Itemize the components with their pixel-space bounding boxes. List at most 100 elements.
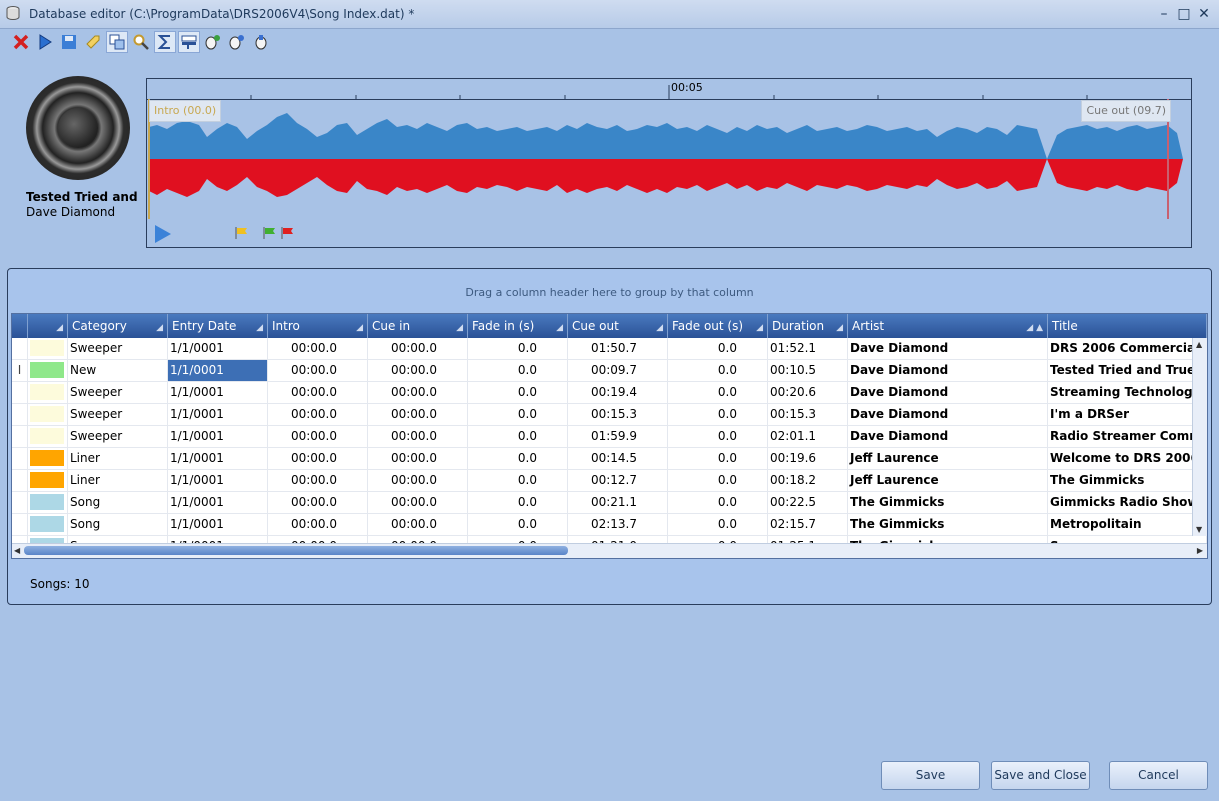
- cell-title[interactable]: The Gimmicks: [1048, 470, 1207, 491]
- cell-cue-out[interactable]: 00:19.4: [568, 382, 668, 403]
- table-row[interactable]: Liner 1/1/0001 00:00.0 00:00.0 0.0 00:12.7 0.0…: [12, 470, 1207, 492]
- cell-cue-in[interactable]: 00:00.0: [368, 448, 468, 469]
- cancel-button[interactable]: Cancel: [1109, 761, 1208, 790]
- table-row[interactable]: Song 1/1/0001 00:00.0 00:00.0 0.0 00:21.1 0.0 0…: [12, 492, 1207, 514]
- cell-duration[interactable]: 00:22.5: [768, 492, 848, 513]
- cell-cue-out[interactable]: 01:50.7: [568, 338, 668, 359]
- cell-cue-in[interactable]: 00:00.0: [368, 470, 468, 491]
- cell-intro[interactable]: 00:00.0: [268, 404, 368, 425]
- cell-entry-date[interactable]: 1/1/0001: [168, 426, 268, 447]
- select-button[interactable]: [106, 31, 128, 53]
- table-row[interactable]: Sweeper 1/1/0001 00:00.0 00:00.0 0.0 00:15.3 0…: [12, 404, 1207, 426]
- category-color-swatch[interactable]: [28, 338, 68, 359]
- cue-out-header[interactable]: Cue out ◢: [568, 314, 668, 338]
- cell-fade-in[interactable]: 0.0: [468, 492, 568, 513]
- cell-duration[interactable]: 00:10.5: [768, 360, 848, 381]
- cell-fade-in[interactable]: 0.0: [468, 360, 568, 381]
- scroll-left-icon[interactable]: ◀: [14, 546, 20, 555]
- play-button[interactable]: [34, 31, 56, 53]
- cell-fade-out[interactable]: 0.0: [668, 470, 768, 491]
- cell-title[interactable]: Streaming Technology: [1048, 382, 1207, 403]
- cell-fade-out[interactable]: 0.0: [668, 360, 768, 381]
- cell-cue-out[interactable]: 02:13.7: [568, 514, 668, 535]
- cell-cue-in[interactable]: 00:00.0: [368, 360, 468, 381]
- table-row[interactable]: Song 1/1/0001 00:00.0 00:00.0 0.0 02:13.7 0.0 0…: [12, 514, 1207, 536]
- cell-category[interactable]: Sweeper: [68, 404, 168, 425]
- horizontal-scroll-thumb[interactable]: [24, 546, 568, 555]
- intro-flag-icon[interactable]: [235, 227, 249, 239]
- cell-intro[interactable]: 00:00.0: [268, 470, 368, 491]
- cell-entry-date[interactable]: 1/1/0001: [168, 404, 268, 425]
- cell-intro[interactable]: 00:00.0: [268, 338, 368, 359]
- cell-cue-in[interactable]: 00:00.0: [368, 514, 468, 535]
- cell-entry-date[interactable]: 1/1/0001: [168, 448, 268, 469]
- cell-entry-date[interactable]: 1/1/0001: [168, 470, 268, 491]
- horizontal-scrollbar[interactable]: ◀ ▶: [12, 543, 1207, 558]
- cell-artist[interactable]: Dave Diamond: [848, 338, 1048, 359]
- cell-fade-in[interactable]: 0.0: [468, 470, 568, 491]
- delete-button[interactable]: [10, 31, 32, 53]
- table-row[interactable]: Sweeper 1/1/0001 00:00.0 00:00.0 0.0 00:19.4 0…: [12, 382, 1207, 404]
- cell-artist[interactable]: Jeff Laurence: [848, 470, 1048, 491]
- scroll-down-icon[interactable]: ▼: [1196, 525, 1202, 534]
- category-color-swatch[interactable]: [28, 514, 68, 535]
- filter-button[interactable]: [178, 31, 200, 53]
- cell-title[interactable]: Welcome to DRS 2006: [1048, 448, 1207, 469]
- cell-entry-date[interactable]: 1/1/0001: [168, 382, 268, 403]
- cell-duration[interactable]: 02:15.7: [768, 514, 848, 535]
- category-header[interactable]: Category ◢: [68, 314, 168, 338]
- settings-button[interactable]: [250, 31, 272, 53]
- cell-title[interactable]: DRS 2006 Commercial: [1048, 338, 1207, 359]
- cell-duration[interactable]: 00:15.3: [768, 404, 848, 425]
- table-row[interactable]: Sweeper 1/1/0001 00:00.0 00:00.0 0.0 01:50.7 0…: [12, 338, 1207, 360]
- category-color-swatch[interactable]: [28, 470, 68, 491]
- intro-header[interactable]: Intro ◢: [268, 314, 368, 338]
- cell-artist[interactable]: Dave Diamond: [848, 360, 1048, 381]
- cell-title[interactable]: Tested Tried and True: [1048, 360, 1207, 381]
- cell-category[interactable]: New: [68, 360, 168, 381]
- cell-cue-in[interactable]: 00:00.0: [368, 382, 468, 403]
- color-header[interactable]: ◢: [28, 314, 68, 338]
- waveform-panel[interactable]: 00:05 Intro (00.0) Cue out (09.7): [146, 78, 1192, 248]
- save-button-toolbar[interactable]: [58, 31, 80, 53]
- cell-duration[interactable]: 00:18.2: [768, 470, 848, 491]
- minimize-button[interactable]: –: [1156, 6, 1172, 22]
- cell-intro[interactable]: 00:00.0: [268, 492, 368, 513]
- tag-button[interactable]: [82, 31, 104, 53]
- cell-category[interactable]: Sweeper: [68, 382, 168, 403]
- waveform-play-icon[interactable]: [155, 225, 171, 243]
- cell-title[interactable]: Metropolitain: [1048, 514, 1207, 535]
- category-color-swatch[interactable]: [28, 360, 68, 381]
- scroll-right-icon[interactable]: ▶: [1197, 546, 1203, 555]
- cell-cue-out[interactable]: 00:15.3: [568, 404, 668, 425]
- cue-in-flag-icon[interactable]: [263, 227, 277, 239]
- cell-intro[interactable]: 00:00.0: [268, 448, 368, 469]
- cell-fade-out[interactable]: 0.0: [668, 338, 768, 359]
- cell-intro[interactable]: 00:00.0: [268, 426, 368, 447]
- cell-fade-out[interactable]: 0.0: [668, 382, 768, 403]
- cell-artist[interactable]: Jeff Laurence: [848, 448, 1048, 469]
- cell-fade-in[interactable]: 0.0: [468, 382, 568, 403]
- cell-cue-out[interactable]: 00:14.5: [568, 448, 668, 469]
- cue-out-flag-icon[interactable]: [281, 227, 295, 239]
- cell-cue-in[interactable]: 00:00.0: [368, 404, 468, 425]
- intro-marker[interactable]: Intro (00.0): [149, 100, 222, 122]
- cell-intro[interactable]: 00:00.0: [268, 382, 368, 403]
- cell-artist[interactable]: Dave Diamond: [848, 404, 1048, 425]
- cell-entry-date[interactable]: 1/1/0001: [168, 360, 268, 381]
- cell-fade-out[interactable]: 0.0: [668, 492, 768, 513]
- entry-date-header[interactable]: Entry Date ◢: [168, 314, 268, 338]
- cell-intro[interactable]: 00:00.0: [268, 514, 368, 535]
- search-button[interactable]: [130, 31, 152, 53]
- cell-artist[interactable]: Dave Diamond: [848, 426, 1048, 447]
- cell-fade-in[interactable]: 0.0: [468, 404, 568, 425]
- category-color-swatch[interactable]: [28, 492, 68, 513]
- category-color-swatch[interactable]: [28, 404, 68, 425]
- cell-duration[interactable]: 02:01.1: [768, 426, 848, 447]
- title-header[interactable]: Title: [1048, 314, 1207, 338]
- cell-category[interactable]: Sweeper: [68, 338, 168, 359]
- cell-duration[interactable]: 00:19.6: [768, 448, 848, 469]
- cell-category[interactable]: Liner: [68, 448, 168, 469]
- save-and-close-button[interactable]: Save and Close: [991, 761, 1090, 790]
- cell-cue-out[interactable]: 00:21.1: [568, 492, 668, 513]
